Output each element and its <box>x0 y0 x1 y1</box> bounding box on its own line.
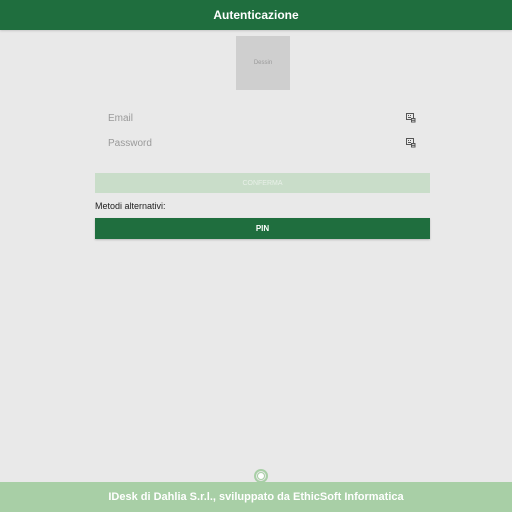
email-input[interactable] <box>96 112 388 124</box>
footer-credits: IDesk di Dahlia S.r.l., sviluppato da Et… <box>108 491 404 503</box>
pin-button[interactable]: PIN <box>95 218 430 239</box>
app-header: Autenticazione <box>0 0 512 30</box>
circle-handle-inner <box>257 472 265 480</box>
circle-handle-icon[interactable] <box>254 469 268 483</box>
password-field-row <box>96 132 416 154</box>
logo-placeholder: Dessin <box>236 36 290 90</box>
password-input[interactable] <box>96 137 388 149</box>
app-footer: IDesk di Dahlia S.r.l., sviluppato da Et… <box>0 482 512 512</box>
keyboard-list-icon[interactable] <box>406 113 416 123</box>
email-field-row <box>96 107 416 129</box>
page-title: Autenticazione <box>213 8 299 22</box>
logo-text: Dessin <box>253 60 273 66</box>
keyboard-list-icon[interactable] <box>406 138 416 148</box>
alternative-methods-label: Metodi alternativi: <box>95 201 166 211</box>
confirm-button[interactable]: CONFERMA <box>95 173 430 193</box>
auth-page: Autenticazione Dessin Email CONFERMA Met… <box>0 0 512 512</box>
